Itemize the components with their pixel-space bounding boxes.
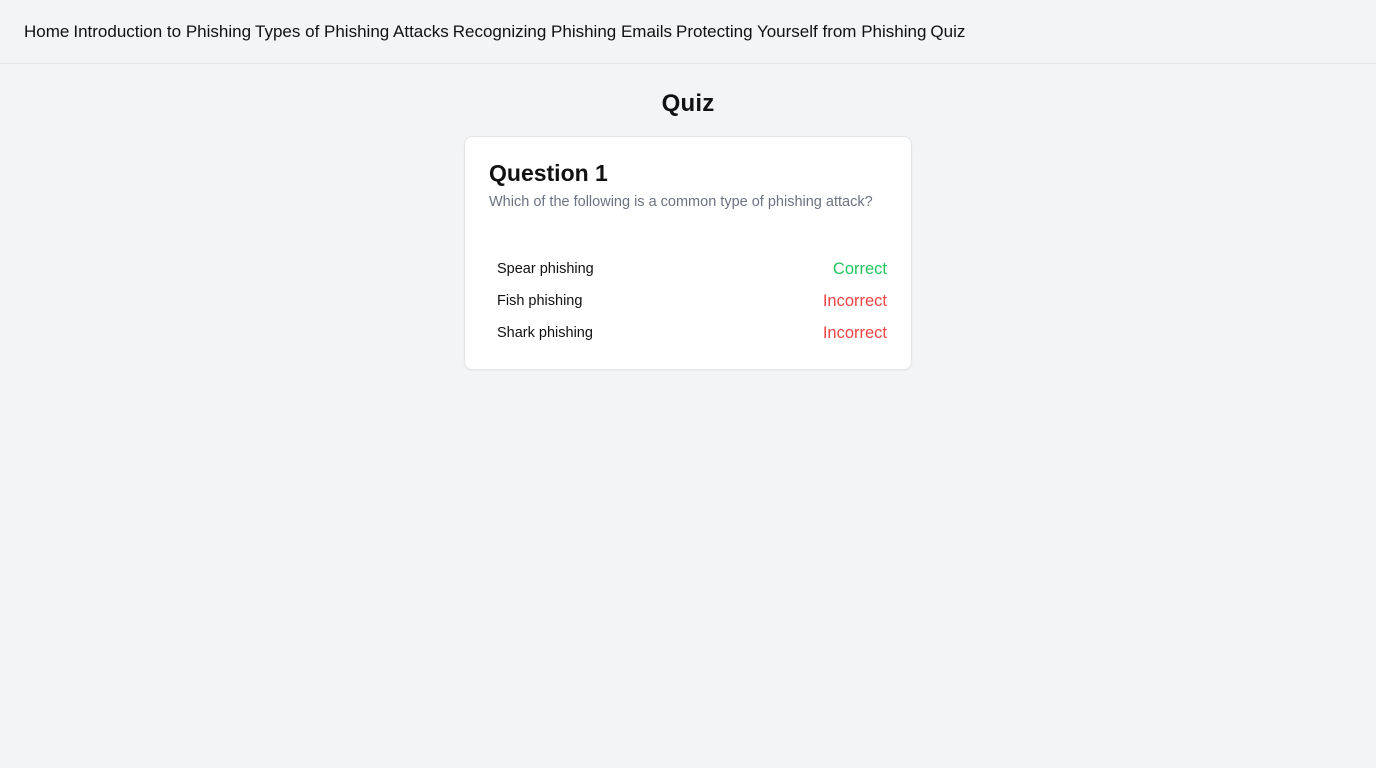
top-navigation: Home Introduction to Phishing Types of P… bbox=[0, 0, 1376, 64]
main-content: Quiz Question 1 Which of the following i… bbox=[0, 64, 1376, 370]
nav-link-quiz[interactable]: Quiz bbox=[930, 22, 965, 42]
answer-label: Shark phishing bbox=[497, 325, 593, 341]
answer-status-incorrect: Incorrect bbox=[822, 291, 887, 310]
answer-option-spear[interactable]: Spear phishing Correct bbox=[489, 253, 887, 285]
answer-status-incorrect: Incorrect bbox=[822, 323, 887, 342]
answer-label: Fish phishing bbox=[497, 293, 583, 309]
nav-link-recognizing[interactable]: Recognizing Phishing Emails bbox=[453, 22, 672, 42]
answer-option-fish[interactable]: Fish phishing Incorrect bbox=[489, 285, 887, 317]
nav-link-home[interactable]: Home bbox=[24, 22, 69, 42]
question-title: Question 1 bbox=[489, 160, 608, 186]
nav-link-protecting[interactable]: Protecting Yourself from Phishing bbox=[676, 22, 926, 42]
answer-label: Spear phishing bbox=[497, 261, 594, 277]
nav-link-types[interactable]: Types of Phishing Attacks bbox=[255, 22, 449, 42]
question-text: Which of the following is a common type … bbox=[489, 194, 873, 210]
answer-option-shark[interactable]: Shark phishing Incorrect bbox=[489, 317, 887, 349]
question-card: Question 1 Which of the following is a c… bbox=[464, 136, 912, 370]
answer-status-correct: Correct bbox=[832, 259, 887, 278]
nav-link-introduction[interactable]: Introduction to Phishing bbox=[73, 22, 251, 42]
page-title: Quiz bbox=[661, 90, 715, 117]
answer-options: Spear phishing Correct Fish phishing Inc… bbox=[489, 253, 887, 349]
